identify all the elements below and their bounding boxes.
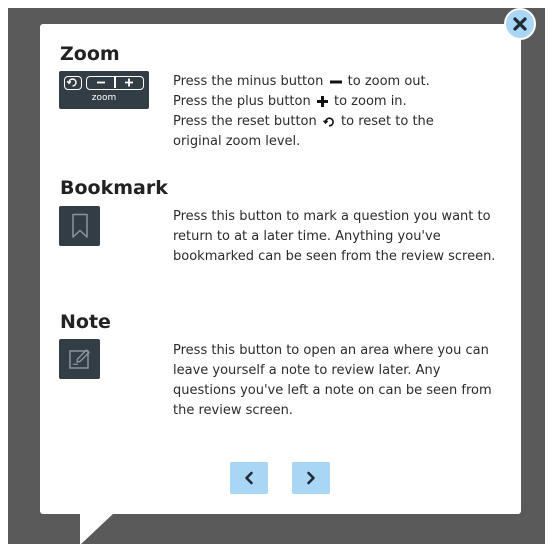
dialog-pointer — [80, 513, 114, 545]
chevron-left-icon — [245, 471, 253, 485]
zoom-line3-end: to reset to the — [341, 114, 434, 129]
note-description: Press this button to open an area where … — [173, 343, 492, 418]
zoom-line3-start: Press the reset button — [173, 114, 317, 129]
zoom-description: Press the minus button to zoom out. Pres… — [173, 72, 503, 152]
previous-button[interactable] — [230, 462, 268, 494]
zoom-line2-end: to zoom in. — [333, 94, 407, 109]
note-button[interactable] — [59, 339, 100, 379]
zoom-label: zoom — [91, 93, 117, 103]
zoom-title: Zoom — [60, 43, 120, 65]
note-title: Note — [60, 311, 111, 333]
bookmark-description: Press this button to mark a question you… — [173, 209, 496, 264]
reset-icon — [66, 78, 77, 87]
plus-icon — [316, 96, 328, 107]
zoom-line1-start: Press the minus button — [173, 74, 324, 89]
minus-icon[interactable] — [95, 77, 107, 88]
minus-icon — [329, 80, 342, 83]
chevron-right-icon — [307, 471, 315, 485]
close-button[interactable] — [504, 8, 536, 40]
zoom-widget: zoom — [59, 71, 149, 109]
zoom-divider — [114, 77, 116, 88]
zoom-reset-button[interactable] — [64, 76, 82, 90]
zoom-line1-end: to zoom out. — [347, 74, 430, 89]
plus-icon[interactable] — [123, 77, 135, 88]
reset-icon — [322, 116, 334, 127]
close-icon — [513, 17, 527, 31]
bookmark-button[interactable] — [59, 206, 100, 246]
next-button[interactable] — [292, 462, 330, 494]
bookmark-title: Bookmark — [60, 177, 168, 199]
zoom-controls — [86, 76, 144, 90]
note-icon — [68, 349, 90, 369]
zoom-line4: original zoom level. — [173, 134, 301, 149]
zoom-line2-start: Press the plus button — [173, 94, 311, 109]
bookmark-icon — [71, 213, 88, 238]
